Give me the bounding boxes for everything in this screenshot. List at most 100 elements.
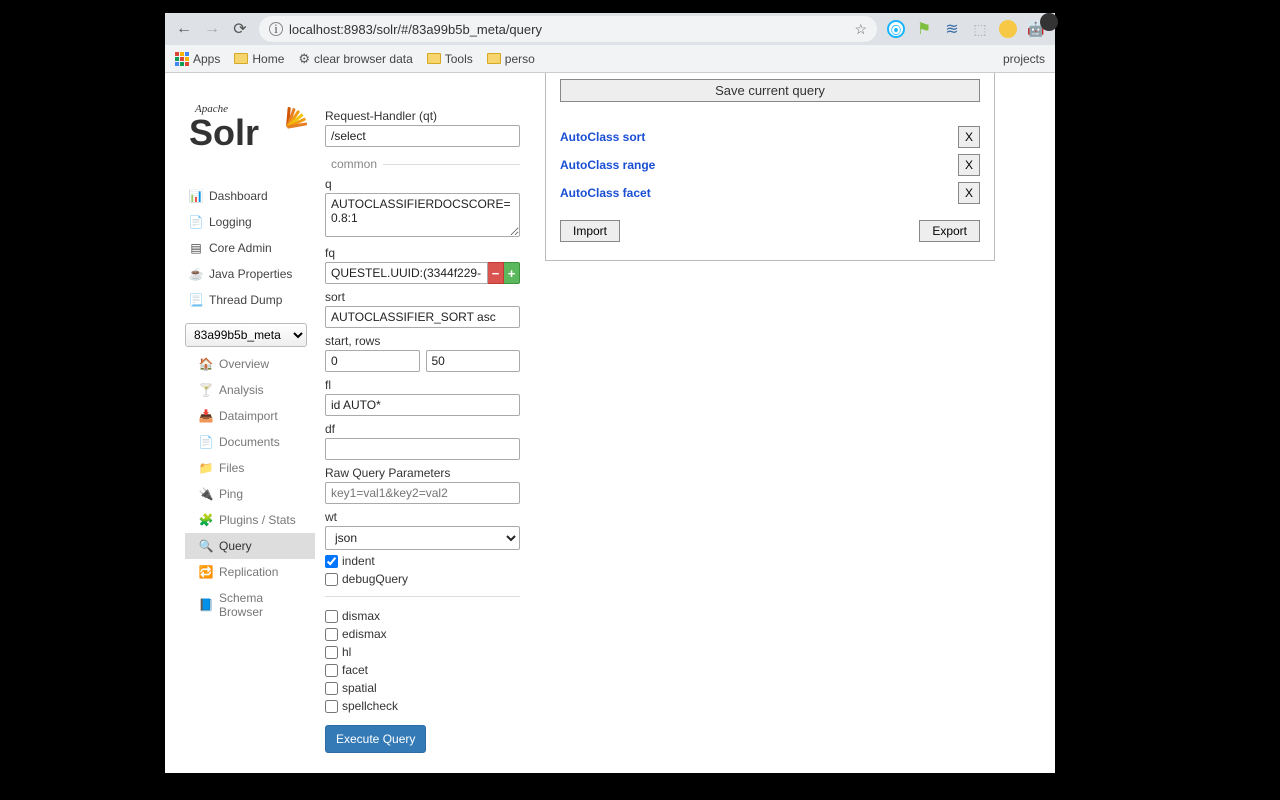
check-hl[interactable]: hl bbox=[325, 645, 520, 659]
java-icon: ☕ bbox=[189, 267, 203, 281]
input-qt[interactable] bbox=[325, 125, 520, 147]
files-icon: 📁 bbox=[199, 461, 213, 475]
label-fq: fq bbox=[325, 246, 520, 260]
core-subnav: 🏠Overview 🍸Analysis 📥Dataimport 📄Documen… bbox=[185, 351, 315, 625]
bookmark-projects[interactable]: projects bbox=[1003, 52, 1045, 66]
saved-query-link[interactable]: AutoClass range bbox=[560, 158, 655, 172]
url-text: localhost:8983/solr/#/83a99b5b_meta/quer… bbox=[289, 22, 848, 37]
execute-query-button[interactable]: Execute Query bbox=[325, 725, 426, 753]
folder-icon bbox=[427, 53, 441, 64]
check-spellcheck[interactable]: spellcheck bbox=[325, 699, 520, 713]
label-qt: Request-Handler (qt) bbox=[325, 109, 520, 123]
bookmark-home[interactable]: Home bbox=[234, 52, 284, 66]
check-indent[interactable]: indent bbox=[325, 554, 520, 568]
saved-query-row: AutoClass facet X bbox=[560, 182, 980, 204]
core-selector[interactable]: 83a99b5b_meta bbox=[185, 323, 307, 347]
subnav-files[interactable]: 📁Files bbox=[185, 455, 315, 481]
label-raw: Raw Query Parameters bbox=[325, 466, 520, 480]
fq-add-button[interactable]: + bbox=[504, 262, 520, 284]
label-df: df bbox=[325, 422, 520, 436]
input-sort[interactable] bbox=[325, 306, 520, 328]
ping-icon: 🔌 bbox=[199, 487, 213, 501]
nav-thread-dump[interactable]: 📃Thread Dump bbox=[185, 287, 315, 313]
subnav-schema[interactable]: 📘Schema Browser bbox=[185, 585, 315, 625]
ext-icon-cut[interactable] bbox=[1040, 13, 1058, 31]
saved-queries-panel: Save current query AutoClass sort X Auto… bbox=[545, 73, 995, 261]
logging-icon: 📄 bbox=[189, 215, 203, 229]
solr-logo: Apache Solr bbox=[189, 103, 307, 151]
check-facet[interactable]: facet bbox=[325, 663, 520, 677]
label-sort: sort bbox=[325, 290, 520, 304]
input-df[interactable] bbox=[325, 438, 520, 460]
browser-toolbar: ← → ⟳ i localhost:8983/solr/#/83a99b5b_m… bbox=[165, 13, 1055, 45]
label-start-rows: start, rows bbox=[325, 334, 520, 348]
input-rows[interactable] bbox=[426, 350, 521, 372]
subnav-dataimport[interactable]: 📥Dataimport bbox=[185, 403, 315, 429]
saved-query-row: AutoClass range X bbox=[560, 154, 980, 176]
bookmark-clear-data[interactable]: ⚙clear browser data bbox=[298, 51, 412, 67]
nav-core-admin[interactable]: ▤Core Admin bbox=[185, 235, 315, 261]
url-bar[interactable]: i localhost:8983/solr/#/83a99b5b_meta/qu… bbox=[259, 16, 877, 42]
ext-icon-2[interactable]: ⚑ bbox=[915, 20, 933, 38]
saved-queries-list: AutoClass sort X AutoClass range X AutoC… bbox=[560, 126, 980, 204]
replication-icon: 🔁 bbox=[199, 565, 213, 579]
subnav-overview[interactable]: 🏠Overview bbox=[185, 351, 315, 377]
reload-button[interactable]: ⟳ bbox=[231, 20, 249, 38]
fq-remove-button[interactable]: − bbox=[488, 262, 504, 284]
bookmark-tools[interactable]: Tools bbox=[427, 52, 473, 66]
subnav-query[interactable]: 🔍Query bbox=[185, 533, 315, 559]
dataimport-icon: 📥 bbox=[199, 409, 213, 423]
plugins-icon: 🧩 bbox=[199, 513, 213, 527]
left-nav: 📊Dashboard 📄Logging ▤Core Admin ☕Java Pr… bbox=[185, 183, 315, 625]
check-dismax[interactable]: dismax bbox=[325, 609, 520, 623]
select-wt[interactable]: json bbox=[325, 526, 520, 550]
save-current-query-button[interactable]: Save current query bbox=[560, 79, 980, 102]
legend-common: common bbox=[325, 157, 383, 171]
input-start[interactable] bbox=[325, 350, 420, 372]
apps-icon bbox=[175, 52, 189, 66]
saved-query-link[interactable]: AutoClass sort bbox=[560, 130, 645, 144]
ext-icon-5[interactable] bbox=[999, 20, 1017, 38]
overview-icon: 🏠 bbox=[199, 357, 213, 371]
delete-saved-query-button[interactable]: X bbox=[958, 182, 980, 204]
nav-java-properties[interactable]: ☕Java Properties bbox=[185, 261, 315, 287]
thread-icon: 📃 bbox=[189, 293, 203, 307]
delete-saved-query-button[interactable]: X bbox=[958, 126, 980, 148]
browser-window: ← → ⟳ i localhost:8983/solr/#/83a99b5b_m… bbox=[165, 13, 1055, 773]
query-icon: 🔍 bbox=[199, 539, 213, 553]
export-button[interactable]: Export bbox=[919, 220, 980, 242]
label-q: q bbox=[325, 177, 520, 191]
input-fq[interactable] bbox=[325, 262, 488, 284]
import-button[interactable]: Import bbox=[560, 220, 620, 242]
page-content: Apache Solr 📊Dashboard 📄Logg bbox=[165, 73, 1055, 773]
ext-icon-1[interactable]: ⦿ bbox=[887, 20, 905, 38]
saved-query-row: AutoClass sort X bbox=[560, 126, 980, 148]
check-debugquery[interactable]: debugQuery bbox=[325, 572, 520, 586]
ext-icon-3[interactable]: ≋ bbox=[943, 20, 961, 38]
documents-icon: 📄 bbox=[199, 435, 213, 449]
subnav-plugins[interactable]: 🧩Plugins / Stats bbox=[185, 507, 315, 533]
info-icon[interactable]: i bbox=[269, 22, 283, 36]
input-raw[interactable] bbox=[325, 482, 520, 504]
saved-query-link[interactable]: AutoClass facet bbox=[560, 186, 651, 200]
nav-dashboard[interactable]: 📊Dashboard bbox=[185, 183, 315, 209]
dashboard-icon: 📊 bbox=[189, 189, 203, 203]
subnav-documents[interactable]: 📄Documents bbox=[185, 429, 315, 455]
extension-icons: ⦿ ⚑ ≋ ⬚ 🤖 bbox=[887, 20, 1045, 38]
ext-icon-4[interactable]: ⬚ bbox=[971, 20, 989, 38]
check-edismax[interactable]: edismax bbox=[325, 627, 520, 641]
nav-logging[interactable]: 📄Logging bbox=[185, 209, 315, 235]
subnav-ping[interactable]: 🔌Ping bbox=[185, 481, 315, 507]
check-spatial[interactable]: spatial bbox=[325, 681, 520, 695]
input-q[interactable] bbox=[325, 193, 520, 237]
subnav-replication[interactable]: 🔁Replication bbox=[185, 559, 315, 585]
input-fl[interactable] bbox=[325, 394, 520, 416]
delete-saved-query-button[interactable]: X bbox=[958, 154, 980, 176]
schema-icon: 📘 bbox=[199, 598, 213, 612]
back-button[interactable]: ← bbox=[175, 20, 193, 38]
bookmark-apps[interactable]: Apps bbox=[175, 52, 220, 66]
folder-icon bbox=[487, 53, 501, 64]
bookmark-perso[interactable]: perso bbox=[487, 52, 535, 66]
subnav-analysis[interactable]: 🍸Analysis bbox=[185, 377, 315, 403]
bookmark-star-icon[interactable]: ☆ bbox=[854, 21, 867, 38]
